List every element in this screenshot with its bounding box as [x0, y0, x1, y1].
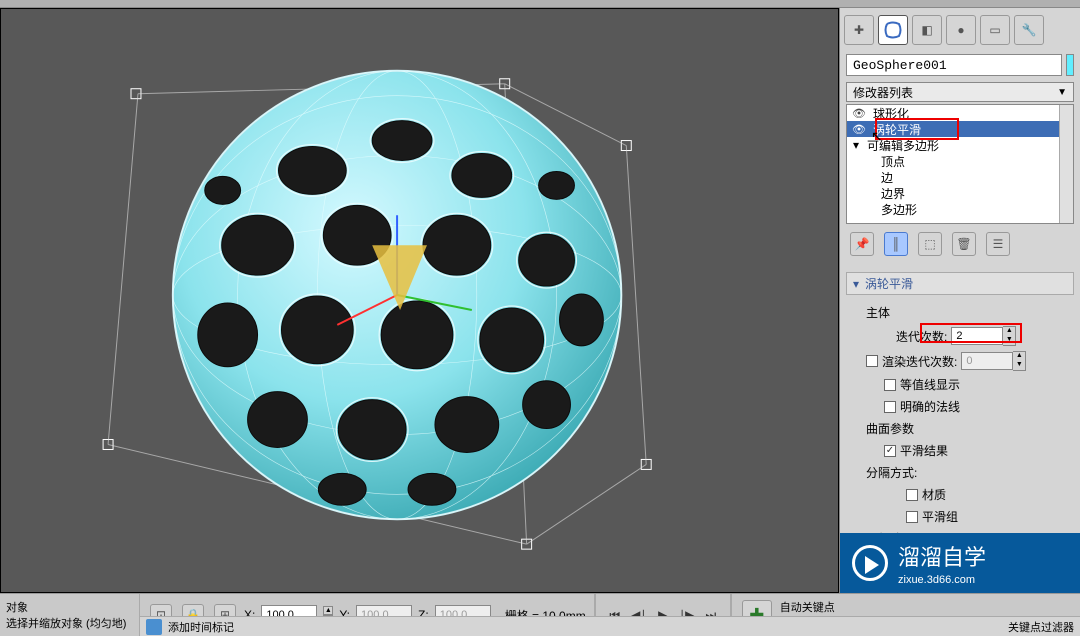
subobject-polygon[interactable]: 多边形: [847, 201, 1073, 217]
stack-item-spherify[interactable]: 👁 球形化: [847, 105, 1073, 121]
configure-sets-button[interactable]: ☰: [986, 232, 1010, 256]
stack-item-editable-poly[interactable]: ▾ 可编辑多边形: [847, 137, 1073, 153]
hierarchy-tab[interactable]: ◧: [912, 15, 942, 45]
stack-label: 球形化: [873, 105, 909, 122]
modifier-list-label: 修改器列表: [853, 84, 913, 101]
smooth-group-label: 平滑组: [922, 508, 958, 525]
main-section-label: 主体: [866, 304, 890, 321]
rollout-title: 涡轮平滑: [865, 275, 913, 292]
utilities-tab[interactable]: 🔧: [1014, 15, 1044, 45]
create-tab[interactable]: ✚: [844, 15, 874, 45]
add-time-tag-label[interactable]: 添加时间标记: [168, 619, 234, 635]
modify-tab[interactable]: [878, 15, 908, 45]
isoline-checkbox[interactable]: [884, 379, 896, 391]
play-icon: [852, 545, 888, 581]
autokey-button[interactable]: 自动关键点: [780, 599, 835, 615]
visibility-eye-icon[interactable]: 👁: [851, 106, 867, 120]
stack-toolbar: 📌 ║ ⬚ 🗑 ☰: [840, 226, 1080, 262]
render-iter-label: 渲染迭代次数:: [882, 353, 957, 370]
make-unique-button[interactable]: ⬚: [918, 232, 942, 256]
object-name-field[interactable]: [846, 54, 1062, 76]
prompt-area: 对象 选择并缩放对象 (均匀地): [0, 594, 140, 636]
stack-label: 可编辑多边形: [867, 137, 939, 154]
object-color-swatch[interactable]: [1066, 54, 1074, 76]
key-filters-label[interactable]: 关键点过滤器: [1008, 619, 1074, 635]
prompt-line1: 对象: [6, 599, 133, 615]
material-checkbox[interactable]: [906, 489, 918, 501]
iterations-input[interactable]: [951, 327, 1003, 345]
spin-down-icon[interactable]: ▼: [1003, 336, 1015, 345]
isoline-label: 等值线显示: [900, 376, 960, 393]
chevron-down-icon: ▼: [1057, 87, 1067, 98]
render-iter-input: [961, 352, 1013, 370]
watermark-url: zixue.3d66.com: [898, 574, 986, 586]
iterations-label: 迭代次数:: [896, 328, 947, 345]
time-tag-icon[interactable]: [146, 619, 162, 635]
command-panel: ✚ ◧ ● ▭ 🔧 修改器列表 ▼ 👁 球形化 👁 涡轮平滑 ▾ 可编辑多边形 …: [839, 8, 1080, 593]
material-label: 材质: [922, 486, 946, 503]
rollout-turbosmooth-header[interactable]: ▾ 涡轮平滑: [846, 272, 1074, 295]
perspective-viewport[interactable]: [0, 8, 839, 593]
smooth-group-checkbox[interactable]: [906, 511, 918, 523]
separate-by-label: 分隔方式:: [866, 464, 917, 481]
stack-scrollbar[interactable]: [1059, 105, 1073, 223]
display-tab[interactable]: ▭: [980, 15, 1010, 45]
stack-item-turbosmooth[interactable]: 👁 涡轮平滑: [847, 121, 1073, 137]
subobject-edge[interactable]: 边: [847, 169, 1073, 185]
render-iter-checkbox[interactable]: [866, 355, 878, 367]
smooth-result-checkbox[interactable]: [884, 445, 896, 457]
render-iter-spinner: ▲▼: [961, 351, 1026, 371]
expand-icon[interactable]: ▾: [851, 138, 861, 152]
watermark-banner: 溜溜自学 zixue.3d66.com: [840, 533, 1080, 593]
explicit-normals-checkbox[interactable]: [884, 401, 896, 413]
show-end-result-button[interactable]: ║: [884, 232, 908, 256]
top-toolbar: [0, 0, 1080, 8]
spin-up-icon[interactable]: ▲: [1003, 327, 1015, 336]
iterations-spinner[interactable]: ▲▼: [951, 326, 1016, 346]
remove-modifier-button[interactable]: 🗑: [952, 232, 976, 256]
explicit-normals-label: 明确的法线: [900, 398, 960, 415]
motion-tab[interactable]: ●: [946, 15, 976, 45]
modifier-list-dropdown[interactable]: 修改器列表 ▼: [846, 82, 1074, 102]
visibility-eye-icon[interactable]: 👁: [851, 122, 867, 136]
collapse-icon: ▾: [853, 277, 859, 291]
prompt-line2: 选择并缩放对象 (均匀地): [6, 615, 133, 631]
subobject-vertex[interactable]: 顶点: [847, 153, 1073, 169]
time-tag-bar: 添加时间标记 关键点过滤器: [140, 616, 1080, 636]
stack-label: 涡轮平滑: [873, 121, 921, 138]
smooth-result-label: 平滑结果: [900, 442, 948, 459]
subobject-border[interactable]: 边界: [847, 185, 1073, 201]
pin-stack-button[interactable]: 📌: [850, 232, 874, 256]
watermark-brand: 溜溜自学: [898, 540, 986, 572]
surface-params-label: 曲面参数: [866, 420, 914, 437]
modifier-stack[interactable]: 👁 球形化 👁 涡轮平滑 ▾ 可编辑多边形 顶点 边 边界 多边形 ↖: [846, 104, 1074, 224]
